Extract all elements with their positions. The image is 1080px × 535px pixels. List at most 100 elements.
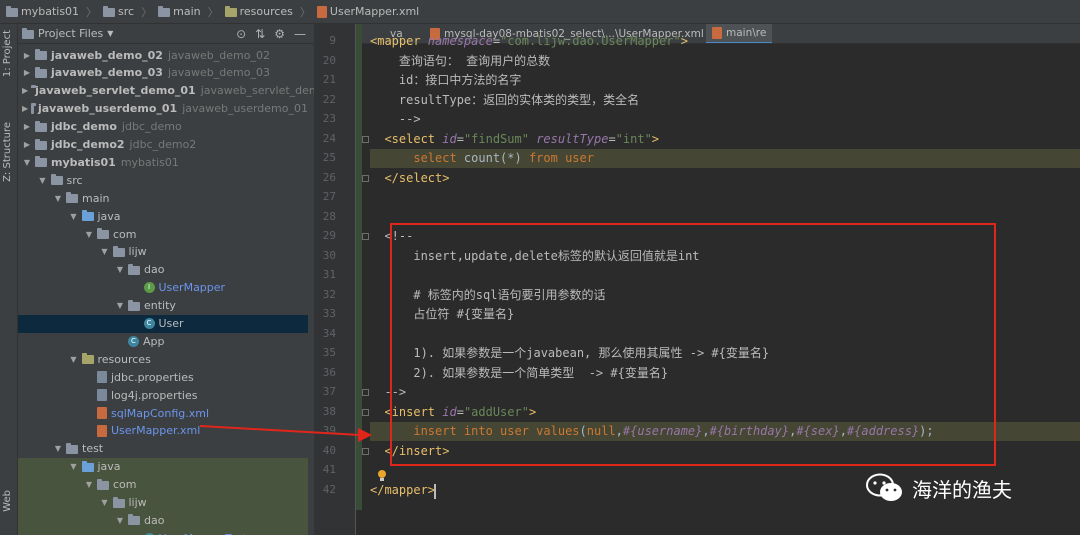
tree-item[interactable]: ▼ resources [18,350,308,368]
line-number: 41 [322,463,336,476]
folder-icon [66,192,78,204]
breadcrumb-item-main[interactable]: main 〉 [156,4,222,20]
properties-file-icon [97,371,107,384]
project-view-selector[interactable]: Project Files [38,27,103,40]
text-caret [434,484,436,499]
folder-icon [158,5,171,17]
tree-item[interactable]: ▶ javaweb_demo_03 javaweb_demo_03 [18,64,308,82]
code-line: id：接口中方法的名字 [370,71,1080,90]
tree-item[interactable]: ▶ javaweb_servlet_demo_01 javaweb_servlet_… [18,82,314,100]
expand-arrow-icon[interactable]: ▶ [22,51,32,60]
gear-icon[interactable]: ⚙ [274,27,285,41]
package-icon [97,228,109,239]
tree-item[interactable]: ▶ jdbc_demo2 jdbc_demo2 [18,136,308,154]
tree-item[interactable]: ▼ dao [18,261,308,279]
fold-marker-icon[interactable] [362,174,369,182]
locate-icon[interactable]: ⊙ [236,27,246,41]
tree-item[interactable]: ▼ mybatis01 mybatis01 [18,153,308,171]
expand-arrow-icon[interactable]: ▼ [69,462,79,471]
expand-arrow-icon[interactable]: ▼ [100,498,110,507]
project-tool-tab[interactable]: 1: Project [2,30,13,77]
tree-item[interactable]: ▼ entity [18,297,308,315]
line-number: 32 [322,287,336,301]
package-icon [128,263,140,275]
expand-arrow-icon[interactable]: ▼ [115,301,125,310]
web-tool-tab[interactable]: Web [2,490,13,512]
lightbulb-icon[interactable] [377,469,387,482]
tree-item[interactable]: ▼ dao [18,511,308,530]
code-token: resultType：返回的实体类的类型，类全名 [370,92,640,107]
code-token: namespace [427,34,493,48]
highlight-box [390,223,996,466]
tree-item[interactable]: ▼ java [18,457,308,476]
module-folder-icon [31,102,36,114]
code-token: = [608,131,616,146]
expand-arrow-icon[interactable]: ▶ [22,68,32,77]
expand-arrow-icon[interactable]: ▼ [84,230,94,239]
tree-item-label: dao [144,263,165,277]
code-token: = [492,34,501,48]
tree-item[interactable]: ▼ main [18,189,308,207]
fold-marker-icon[interactable] [362,233,369,240]
resources-folder-icon [81,353,94,365]
structure-tool-tab[interactable]: Z: Structure [2,122,13,182]
line-number: 33 [322,307,336,320]
tree-item[interactable]: ▶ javaweb_userdemo_01 javaweb_userdemo_01 [18,100,308,118]
chevron-right-icon: 〉 [299,5,311,19]
minimize-icon[interactable]: — [294,27,306,41]
tree-item[interactable]: ▶ javaweb_demo_02 javaweb_demo_02 [18,46,308,64]
tree-item[interactable]: ▼ com [18,475,308,494]
tree-item-label: mybatis01 [51,155,116,169]
tree-item[interactable]: ▼ lijw [18,243,308,261]
expand-arrow-icon[interactable]: ▼ [84,480,94,489]
code-token: <select [370,131,443,146]
expand-arrow-icon[interactable]: ▼ [115,516,125,525]
tree-item[interactable]: ▼ lijw [18,493,308,512]
tree-item-label: java [97,460,121,474]
collapse-expand-icon[interactable]: ⇅ [255,27,265,41]
expand-arrow-icon[interactable]: ▼ [53,194,63,203]
tree-item[interactable]: jdbc.properties [18,368,308,386]
tree-item[interactable]: C App [18,332,308,350]
test-folder-icon [81,460,94,472]
tree-item[interactable]: ▼ src [18,171,308,189]
tree-item[interactable]: ▶ jdbc_demo jdbc_demo [18,118,308,136]
source-folder-icon [81,210,94,222]
code-token: </mapper> [370,482,436,497]
tree-item[interactable]: I UserMapper [18,279,308,297]
line-number: 38 [322,404,336,418]
tree-item-label: javaweb_servlet_demo_01 [35,84,196,98]
tree-item[interactable]: ▼ java [18,207,308,225]
expand-arrow-icon[interactable]: ▼ [69,355,79,364]
breadcrumb-item-mybatis01[interactable]: mybatis01 〉 [4,4,101,20]
expand-arrow-icon[interactable]: ▼ [100,247,110,256]
expand-arrow-icon[interactable]: ▶ [22,122,32,131]
folder-icon [6,5,18,17]
project-panel-header: Project Files ▼ ⊙ ⇅ ⚙ — [18,24,314,44]
expand-arrow-icon[interactable]: ▼ [22,158,32,167]
expand-arrow-icon[interactable]: ▶ [22,86,28,95]
breadcrumb-item-resources[interactable]: resources 〉 [223,4,315,20]
resources-folder-icon [224,5,237,17]
expand-arrow-icon[interactable]: ▼ [115,265,125,274]
tree-item[interactable]: ▼ com [18,225,308,243]
line-number: 37 [322,385,336,398]
expand-arrow-icon[interactable]: ▼ [53,444,63,453]
code-line: 查询语句： 查询用户的总数 [370,52,1080,71]
tree-item[interactable]: CUserMapperTest [18,529,308,535]
tree-item[interactable]: log4j.properties [18,386,308,404]
tree-item[interactable]: C User [18,314,308,333]
dropdown-arrow-icon[interactable]: ▼ [107,29,113,38]
line-number: 31 [322,268,336,281]
fold-marker-icon[interactable] [362,135,369,143]
fold-marker-icon[interactable] [362,408,369,416]
expand-arrow-icon[interactable]: ▶ [22,140,32,149]
breadcrumb-item-src[interactable]: src 〉 [101,4,156,20]
expand-arrow-icon[interactable]: ▶ [22,104,28,113]
line-number: 30 [322,248,336,262]
fold-marker-icon[interactable] [362,389,369,396]
tree-item-label: src [66,173,83,187]
package-icon [97,478,109,490]
expand-arrow-icon[interactable]: ▼ [69,212,79,221]
expand-arrow-icon[interactable]: ▼ [38,176,48,185]
